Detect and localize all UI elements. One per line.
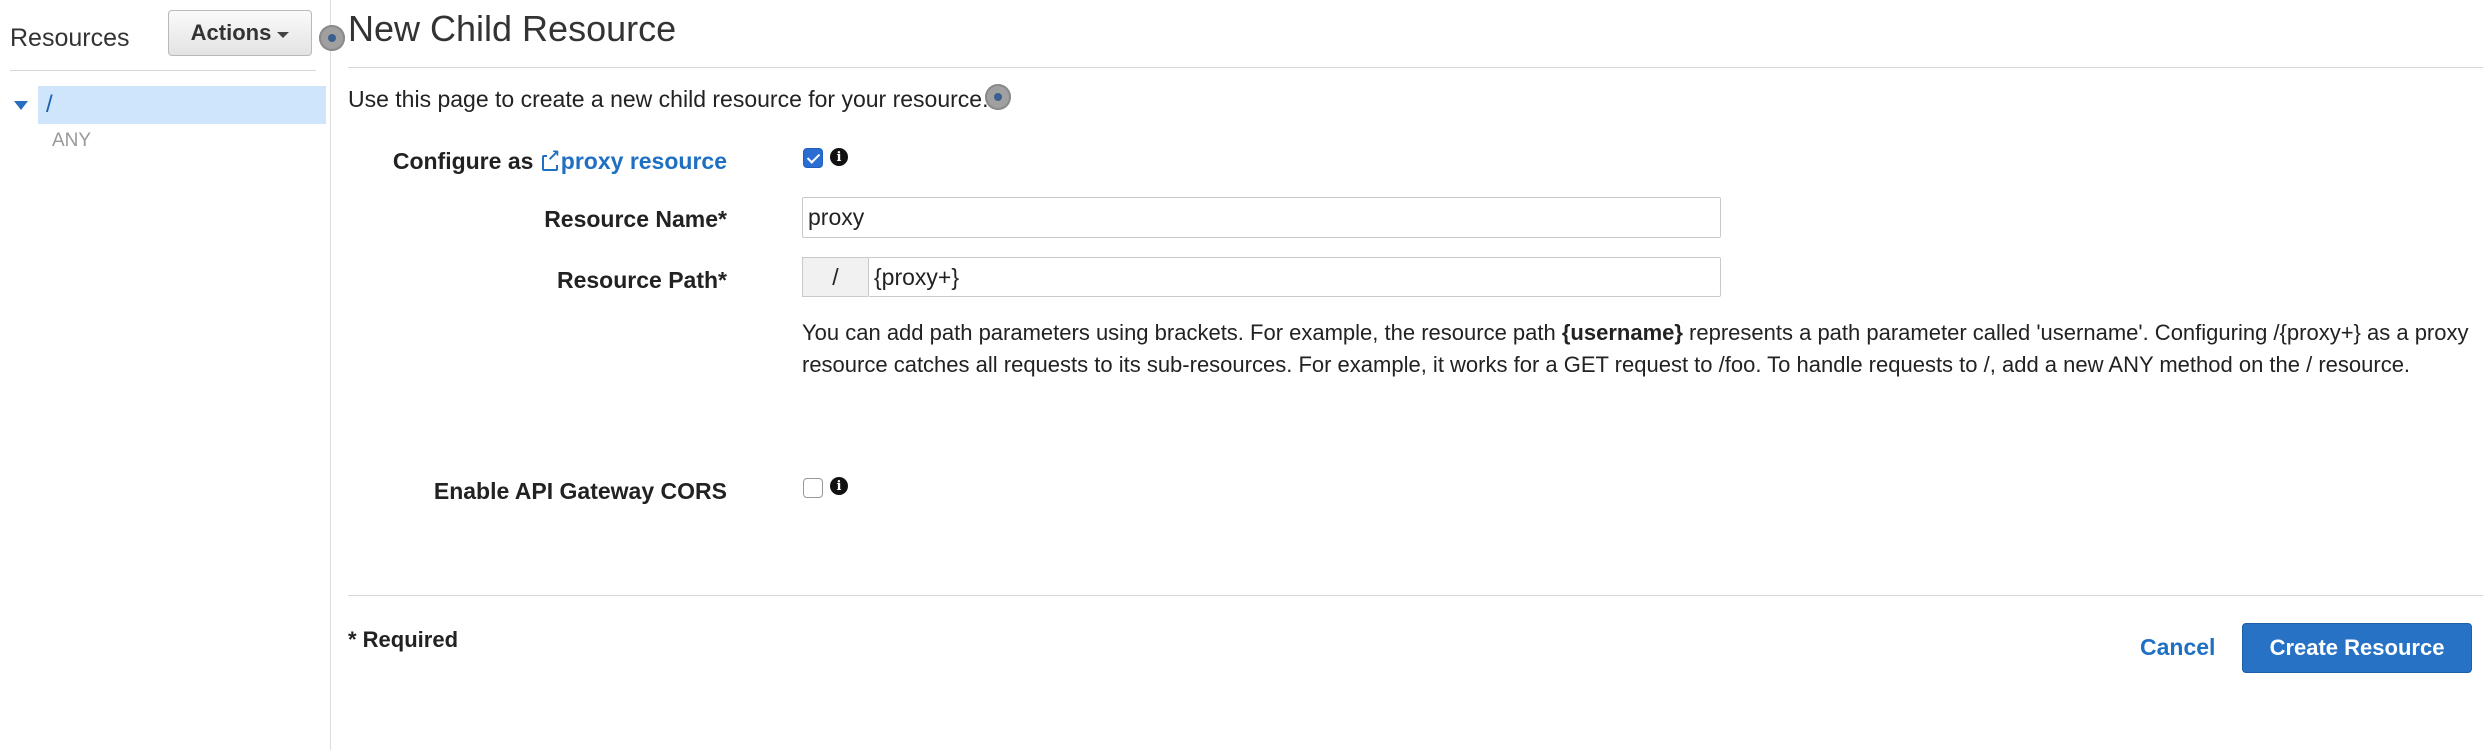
- sidebar-title: Resources: [10, 24, 130, 52]
- caret-down-icon: [277, 31, 290, 38]
- tree-item-root-label: /: [38, 86, 326, 124]
- footer-divider: [348, 595, 2483, 596]
- sidebar-divider: [10, 70, 316, 71]
- triangle-down-icon[interactable]: [14, 100, 28, 110]
- tree-item-root[interactable]: /: [10, 86, 326, 124]
- proxy-resource-link[interactable]: proxy resource: [540, 148, 727, 174]
- proxy-resource-link-text: proxy resource: [560, 148, 727, 174]
- resource-path-prefix: /: [802, 257, 868, 297]
- resource-path-input[interactable]: {proxy+}: [868, 257, 1721, 297]
- tree-item-any-method[interactable]: ANY: [52, 130, 91, 152]
- title-divider: [348, 67, 2483, 68]
- actions-button[interactable]: Actions: [168, 10, 312, 56]
- required-note: * Required: [348, 627, 459, 652]
- resource-name-label: Resource Name*: [544, 206, 727, 232]
- resources-sidebar: Resources Actions / ANY: [0, 0, 331, 750]
- enable-cors-checkbox[interactable]: [803, 478, 823, 498]
- help-text-bold-example: {username}: [1561, 320, 1683, 345]
- help-text-part1: You can add path parameters using bracke…: [802, 320, 1562, 345]
- cancel-button[interactable]: Cancel: [2140, 634, 2215, 661]
- info-icon[interactable]: i: [830, 148, 848, 166]
- proxy-resource-checkbox[interactable]: [803, 148, 823, 168]
- page-description: Use this page to create a new child reso…: [348, 86, 989, 112]
- actions-button-label: Actions: [190, 20, 272, 45]
- page-title: New Child Resource: [348, 8, 677, 49]
- info-icon[interactable]: i: [830, 477, 848, 495]
- dot-icon[interactable]: [985, 84, 1011, 110]
- proxy-resource-label: Configure as proxy resource: [393, 148, 727, 175]
- create-resource-button[interactable]: Create Resource: [2242, 623, 2472, 673]
- resource-path-label: Resource Path*: [556, 267, 727, 293]
- resource-path-help-text: You can add path parameters using bracke…: [802, 317, 2482, 381]
- external-link-icon: [541, 149, 561, 171]
- page: Resources Actions / ANY New Child Resour…: [0, 0, 2483, 750]
- dot-icon[interactable]: [319, 25, 345, 51]
- proxy-label-prefix: Configure as: [392, 148, 534, 174]
- enable-cors-label: Enable API Gateway CORS: [433, 478, 727, 504]
- resource-name-input[interactable]: proxy: [802, 197, 1721, 238]
